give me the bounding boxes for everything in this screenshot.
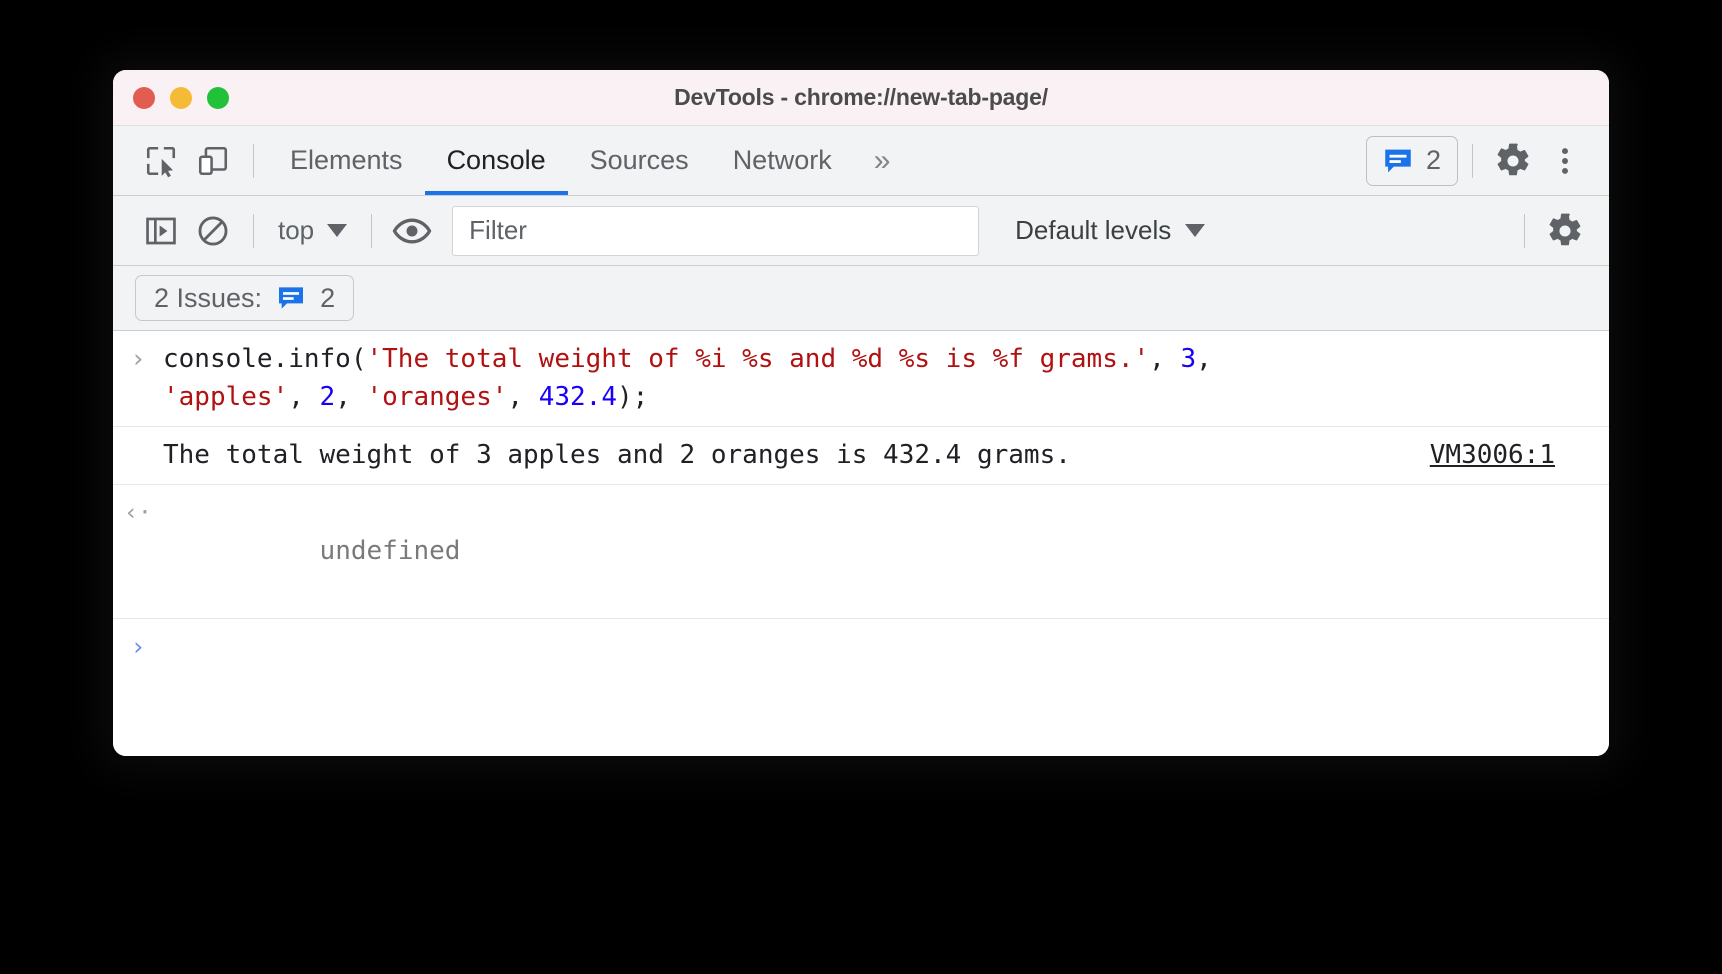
chevron-down-icon [327,224,348,237]
close-window-button[interactable] [133,86,155,109]
issues-speech-bubble-icon [279,287,304,309]
code-token-format-string: 'The total weight of %i %s and %d %s is … [366,344,1150,374]
code-token-comma-3: , [288,382,320,412]
more-tabs-icon[interactable]: » [854,144,907,178]
console-toolbar: top Filter Default levels [113,196,1609,266]
execution-context-label: top [278,215,315,245]
tab-sources[interactable]: Sources [568,126,711,195]
issues-badge-button[interactable]: 2 [1365,135,1458,186]
code-token-number-2: 2 [319,382,336,412]
console-result-row: ‹· undefined [113,485,1609,619]
devtools-window: DevTools - chrome://new-tab-page/ Elemen… [113,70,1609,756]
code-token-number-3: 3 [1180,344,1197,374]
console-toolbar-divider-3 [1524,213,1525,248]
code-token-comma-4: , [335,382,367,412]
device-toolbar-icon[interactable] [187,135,239,187]
tab-elements[interactable]: Elements [268,126,425,195]
code-token-close-paren: ); [617,382,649,412]
active-prompt-marker-icon: › [130,632,146,661]
code-token-oranges: 'oranges' [366,382,508,412]
issues-summary-label: 2 Issues: [154,282,263,313]
code-token-number-432-4: 432.4 [538,382,617,412]
clear-console-icon[interactable] [187,205,239,257]
filter-placeholder: Filter [469,215,527,245]
screenshot-canvas: DevTools - chrome://new-tab-page/ Elemen… [0,0,1722,974]
console-message-list: › console.info('The total weight of %i %… [113,331,1609,756]
console-settings-gear-icon[interactable] [1539,205,1591,257]
console-toolbar-divider-2 [371,213,373,248]
traffic-lights [133,86,229,109]
live-expression-icon[interactable] [386,205,438,257]
console-toolbar-divider-1 [253,213,254,248]
minimize-window-button[interactable] [170,86,192,109]
tab-network[interactable]: Network [711,126,854,195]
code-token-comma-2: , [1196,344,1212,374]
console-result-content: undefined [163,494,1609,608]
console-output-row: The total weight of 3 apples and 2 orang… [113,427,1609,485]
maximize-window-button[interactable] [207,86,229,109]
issues-badge-count: 2 [1425,145,1441,175]
execution-context-selector[interactable]: top [268,215,357,246]
result-marker-icon: ‹· [124,500,152,526]
issues-summary-count: 2 [320,282,336,313]
kebab-menu-icon[interactable] [1539,135,1591,187]
console-input-code: console.info('The total weight of %i %s … [163,340,1609,416]
log-levels-selector[interactable]: Default levels [1001,215,1219,246]
code-token-call: console.info( [163,344,367,374]
log-levels-label: Default levels [1015,215,1172,245]
issues-summary-button[interactable]: 2 Issues: 2 [135,275,355,321]
title-bar: DevTools - chrome://new-tab-page/ [113,70,1609,126]
console-input-row[interactable]: › console.info('The total weight of %i %… [113,331,1609,427]
tabbar-divider-1 [253,143,254,178]
tab-console[interactable]: Console [424,126,568,195]
console-output-text: The total weight of 3 apples and 2 orang… [163,440,1071,470]
chevron-down-icon [1185,224,1206,237]
tabbar-divider-2 [1472,143,1473,178]
window-title: DevTools - chrome://new-tab-page/ [674,84,1048,110]
gear-icon[interactable] [1487,135,1539,187]
code-token-comma-1: , [1149,344,1181,374]
prompt-marker-icon: › [130,344,146,373]
issues-bar: 2 Issues: 2 [113,266,1609,331]
issues-speech-bubble-icon [1385,149,1411,172]
inspect-element-icon[interactable] [135,135,187,187]
devtools-tab-bar: Elements Console Sources Network » 2 [113,126,1609,196]
filter-input[interactable]: Filter [452,205,980,256]
code-token-comma-5: , [507,382,539,412]
code-token-apples: 'apples' [163,382,289,412]
console-result-value: undefined [319,536,461,566]
console-output-content: The total weight of 3 apples and 2 orang… [163,436,1609,474]
console-prompt-row[interactable]: › [113,619,1609,676]
console-sidebar-icon[interactable] [135,205,187,257]
source-location-link[interactable]: VM3006:1 [1430,436,1583,474]
